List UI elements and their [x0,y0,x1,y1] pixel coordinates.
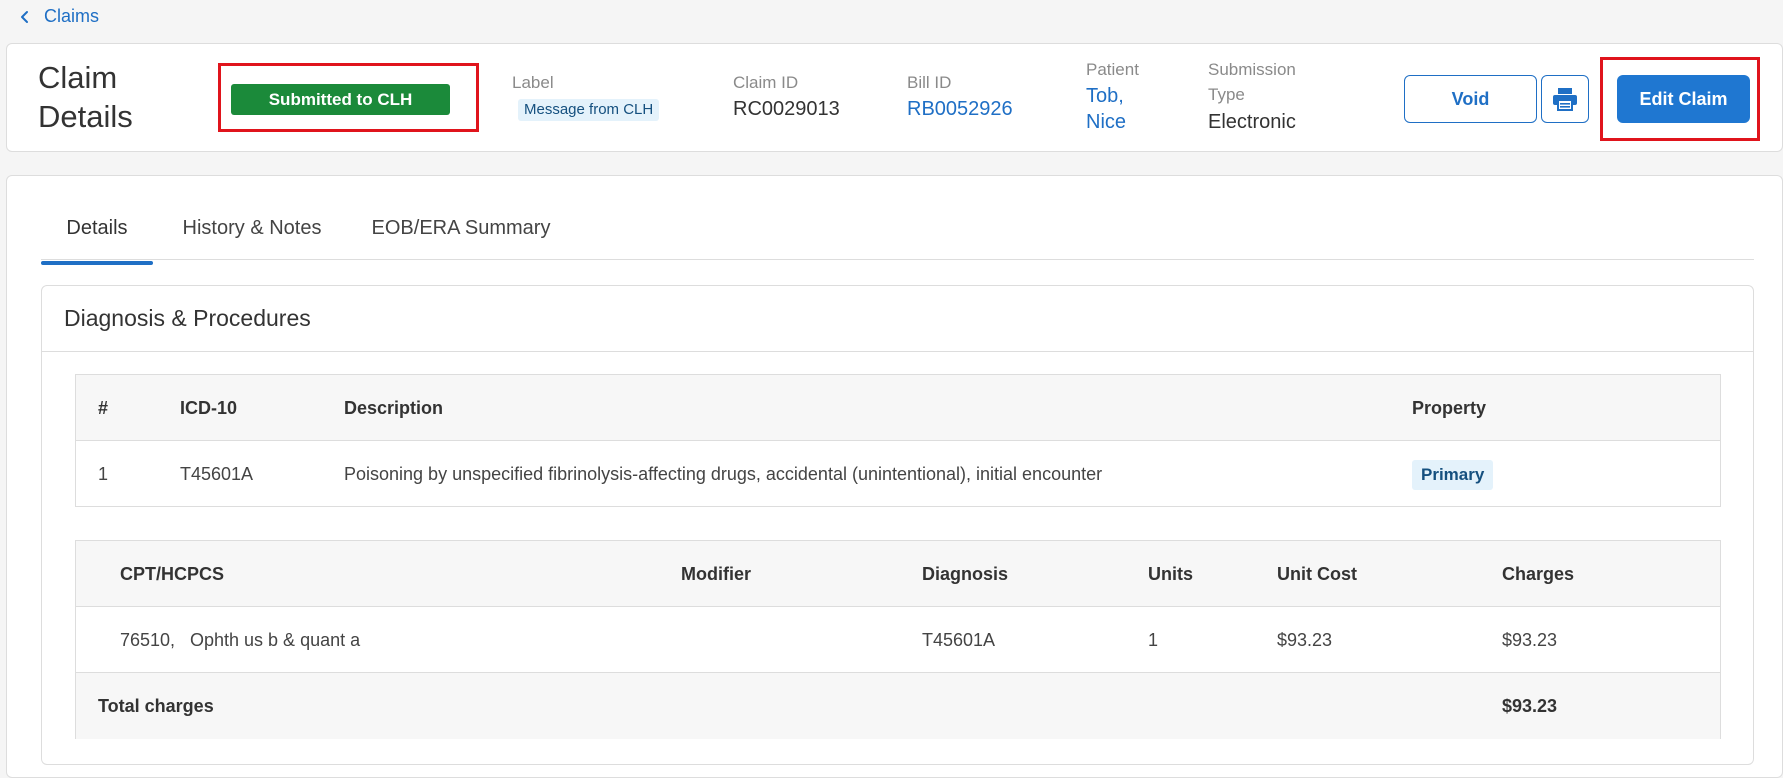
primary-badge: Primary [1412,460,1494,491]
table-row: 1 T45601A Poisoning by unspecified fibri… [76,441,1720,507]
printer-icon [1553,88,1577,111]
procedure-table-header: CPT/HCPCS Modifier Diagnosis Units Unit … [76,541,1720,607]
top-nav: Claims [0,0,1783,36]
claim-id-caption: Claim ID [733,73,799,92]
procedure-cpt-description: Ophth us b & quant a [190,630,361,650]
claim-main-card: Details History & Notes EOB/ERA Summary … [6,175,1783,778]
submission-type-caption-1: Submission [1208,60,1296,79]
tab-bar: Details History & Notes EOB/ERA Summary [41,212,1754,260]
col-header-description: Description [344,398,444,418]
diagnosis-table-header: # ICD-10 Description Property [76,375,1720,441]
bill-id-link[interactable]: RB0052926 [907,96,1013,122]
procedure-table: CPT/HCPCS Modifier Diagnosis Units Unit … [75,540,1721,739]
back-to-claims-link[interactable]: Claims [18,6,99,27]
col-header-cpt: CPT/HCPCS [120,564,225,584]
col-header-unit-cost: Unit Cost [1277,564,1357,584]
procedure-unit-cost: $93.23 [1277,630,1333,650]
tab-history-notes[interactable]: History & Notes [172,212,332,260]
table-row: 76510, Ophth us b & quant a T45601A 1 $9… [76,607,1720,673]
back-link-label: Claims [44,6,100,26]
label-caption: Label [512,73,554,92]
diagnosis-property: Primary [1412,441,1494,507]
label-chip: Message from CLH [518,99,660,121]
procedure-cpt-code: 76510, [120,630,176,650]
edit-claim-button[interactable]: Edit Claim [1617,75,1750,123]
col-header-diagnosis: Diagnosis [922,564,1009,584]
diagnosis-table: # ICD-10 Description Property 1 T45601A … [75,374,1721,507]
diagnosis-procedures-section: Diagnosis & Procedures # ICD-10 Descript… [41,285,1754,765]
status-badge: Submitted to CLH [231,84,450,115]
submission-type-value: Electronic [1208,111,1296,133]
submission-type-caption-2: Type [1208,85,1245,104]
col-header-number: # [98,398,109,418]
void-button[interactable]: Void [1404,75,1537,123]
col-header-units: Units [1148,564,1193,584]
diagnosis-number: 1 [98,464,109,484]
diagnosis-code: T45601A [180,464,254,484]
tab-details[interactable]: Details [41,212,153,260]
col-header-modifier: Modifier [681,564,751,584]
total-charges-label: Total charges [98,696,214,716]
patient-link-line1[interactable]: Tob, [1086,83,1124,109]
print-button[interactable] [1541,75,1589,123]
tab-eob-era-summary[interactable]: EOB/ERA Summary [361,212,561,260]
procedure-units: 1 [1148,630,1159,650]
section-title: Diagnosis & Procedures [42,286,1753,352]
active-tab-indicator [41,261,153,265]
claim-id-value: RC0029013 [733,98,840,120]
claim-header-card: Claim Details Submitted to CLH Label Mes… [6,43,1783,152]
col-header-charges: Charges [1502,564,1575,584]
chevron-left-icon [21,10,28,23]
procedure-charges: $93.23 [1502,630,1558,650]
patient-link-line2[interactable]: Nice [1086,109,1126,135]
patient-caption: Patient [1086,60,1139,79]
col-header-icd10: ICD-10 [180,398,238,418]
diagnosis-description: Poisoning by unspecified fibrinolysis-af… [344,464,1103,484]
procedure-diagnosis: T45601A [922,630,996,650]
total-charges-row: Total charges $93.23 [76,673,1720,739]
bill-id-caption: Bill ID [907,73,952,92]
total-charges-value: $93.23 [1502,696,1558,716]
page-title: Claim Details [38,60,133,134]
col-header-property: Property [1412,398,1487,418]
